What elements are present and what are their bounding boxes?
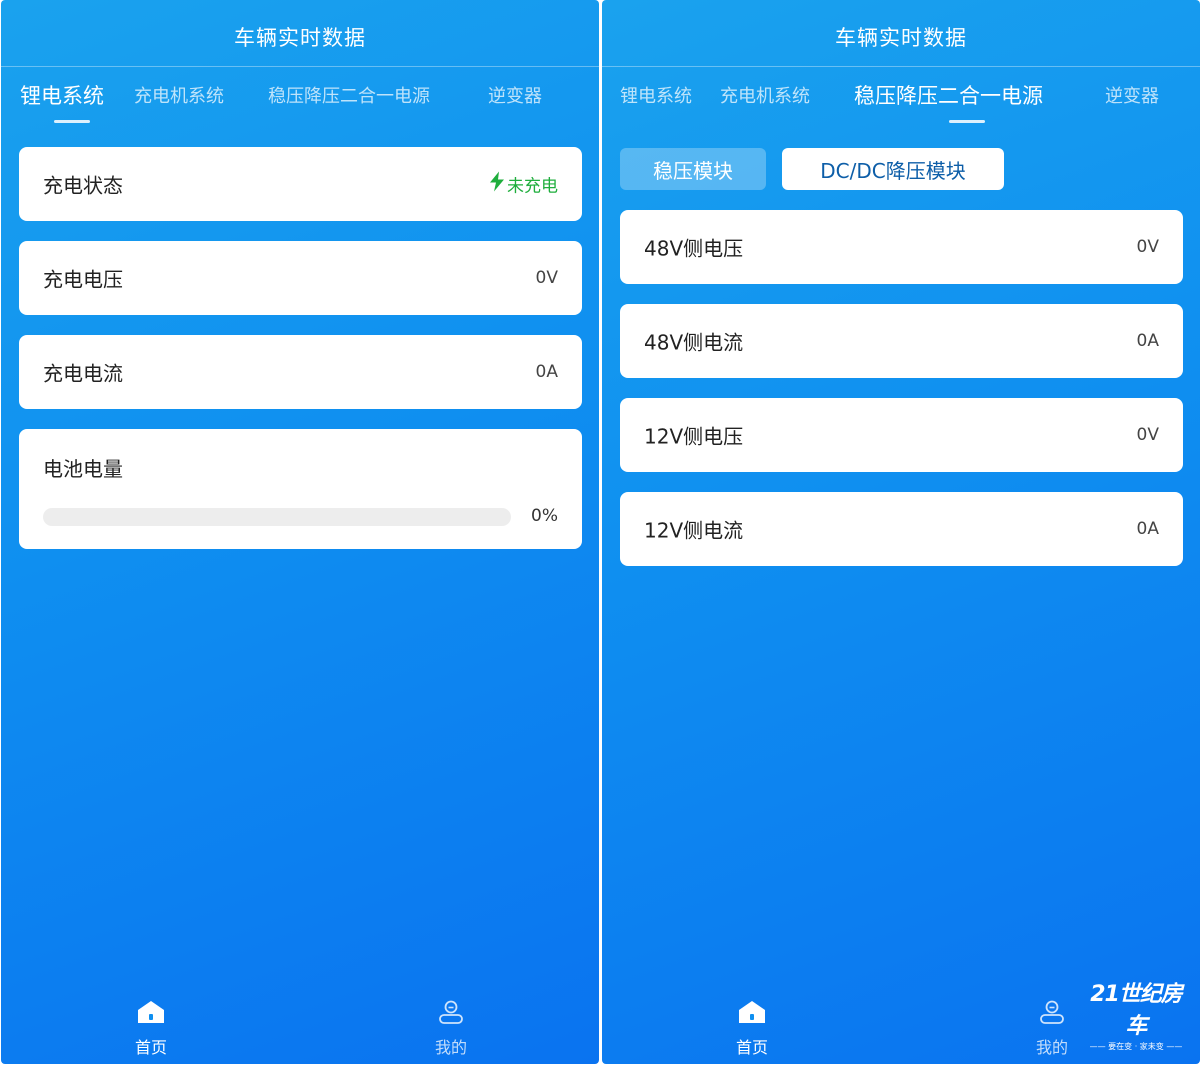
battery-level-label: 电池电量 [43,457,123,481]
row-label: 12V侧电压 [644,424,744,449]
row-label: 12V侧电流 [644,518,744,543]
tab-charger-system[interactable]: 充电机系统 [134,82,224,108]
battery-percent: 0% [531,506,558,526]
tab-lithium-system[interactable]: 锂电系统 [620,82,692,108]
row-value: 0A [1136,331,1159,351]
page-title: 车辆实时数据 [835,26,967,50]
nav-mine-label: 我的 [1035,1038,1068,1057]
nav-home-label: 首页 [134,1038,167,1057]
row-value: 0V [1136,237,1159,257]
profile-icon [437,1000,465,1028]
nav-home[interactable]: 首页 [712,1000,792,1058]
profile-icon [1038,1000,1066,1028]
battery-level-card: 电池电量 0% [19,429,582,549]
lightning-bolt-icon [489,171,505,197]
tab-charger-system[interactable]: 充电机系统 [720,82,810,108]
watermark-logo: 21世纪房车 —— 要在变 · 家未变 —— [1086,976,1186,1052]
row-value: 0V [1136,425,1159,445]
charge-voltage-value: 0V [535,268,558,288]
header-divider [602,66,1200,67]
row-label: 48V侧电流 [644,330,744,355]
segment-dcdc-module[interactable]: DC/DC降压模块 [782,148,1004,190]
segment-regulator-module[interactable]: 稳压模块 [620,148,766,190]
active-tab-indicator [949,120,985,123]
tab-inverter[interactable]: 逆变器 [488,82,542,108]
tab-lithium-system[interactable]: 锂电系统 [20,80,104,110]
home-icon [738,1001,766,1028]
nav-mine-label: 我的 [434,1038,467,1057]
charge-current-value: 0A [535,362,558,382]
row-label: 48V侧电压 [644,236,744,261]
nav-home[interactable]: 首页 [111,1000,191,1058]
data-row-card: 48V侧电流 0A [620,304,1183,378]
nav-home-label: 首页 [735,1038,768,1057]
watermark-logo-text: 21世纪房车 [1090,982,1183,1039]
nav-mine[interactable]: 我的 [1012,1000,1092,1058]
charge-status-card: 充电状态 未充电 [19,147,582,221]
data-row-card: 12V侧电压 0V [620,398,1183,472]
charge-status-label: 充电状态 [43,173,123,198]
header-divider [1,66,599,67]
charge-current-label: 充电电流 [43,361,123,386]
right-screen: 车辆实时数据 锂电系统 充电机系统 稳压降压二合一电源 逆变器 稳压模块 DC/… [602,0,1200,1064]
battery-progress-bar [43,508,511,526]
charge-status-value: 未充电 [489,171,558,197]
charge-current-card: 充电电流 0A [19,335,582,409]
tab-regulator-power[interactable]: 稳压降压二合一电源 [268,82,430,108]
charge-voltage-label: 充电电压 [43,267,123,292]
page-title: 车辆实时数据 [234,26,366,50]
row-value: 0A [1136,519,1159,539]
charge-status-text: 未充电 [507,176,558,197]
home-icon [137,1001,165,1028]
charge-voltage-card: 充电电压 0V [19,241,582,315]
watermark-slogan: —— 要在变 · 家未变 —— [1089,1042,1183,1051]
data-row-card: 48V侧电压 0V [620,210,1183,284]
active-tab-indicator [54,120,90,123]
nav-mine[interactable]: 我的 [411,1000,491,1058]
tab-regulator-power[interactable]: 稳压降压二合一电源 [854,80,1043,110]
left-screen: 车辆实时数据 锂电系统 充电机系统 稳压降压二合一电源 逆变器 充电状态 未充电… [1,0,599,1064]
tab-inverter[interactable]: 逆变器 [1105,82,1159,108]
data-row-card: 12V侧电流 0A [620,492,1183,566]
